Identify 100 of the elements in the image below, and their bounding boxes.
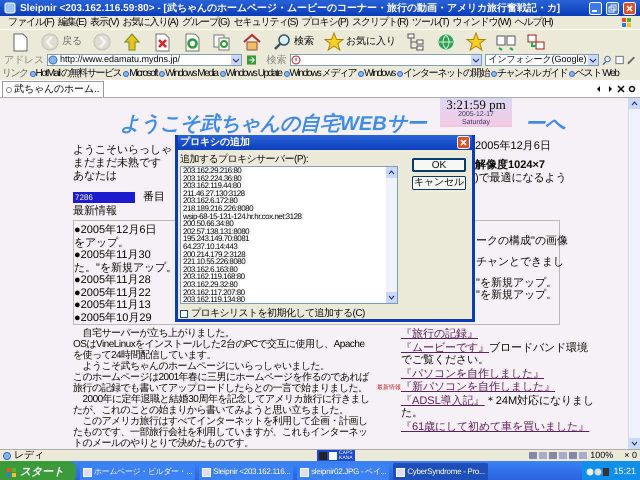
refresh-all-icon: [212, 32, 232, 52]
proxy-item[interactable]: 221.10.55.226:8080: [183, 258, 386, 266]
proxy-item[interactable]: 203.162.119.44:80: [183, 182, 386, 190]
toolbar-button[interactable]: お気に入り: [322, 30, 398, 52]
proxy-item[interactable]: 200.214.179.2:3128: [183, 250, 386, 258]
menu-item[interactable]: セキュリティ(S): [233, 16, 298, 28]
checkbox[interactable]: [180, 310, 188, 318]
proxy-item[interactable]: 203.162.29.32:80: [183, 280, 386, 288]
star-icon: [466, 32, 486, 52]
taskbar-button[interactable]: CyberSyndrome - Pro...: [393, 463, 488, 480]
body-paragraph: ようこそ武ちゃんのホームページにいらっしゃいました。: [82, 361, 330, 372]
link-item[interactable]: Windows: [358, 66, 395, 81]
proxy-item[interactable]: 195.243.149.70:8081: [183, 235, 386, 243]
link-item[interactable]: Windows Media: [159, 66, 218, 81]
visitor-counter: 7286: [73, 192, 135, 202]
news-item: チャンとできまし: [476, 256, 565, 268]
proxy-item[interactable]: 64.237.10.14:443: [183, 242, 386, 251]
gear-icon[interactable]: [628, 85, 636, 93]
menu-item[interactable]: ツール(T): [412, 16, 449, 28]
scrollbar[interactable]: [386, 167, 397, 303]
intro-text: まだまだ未熟です: [73, 157, 162, 170]
taskbar-clock: 15:21: [613, 465, 636, 478]
address-field[interactable]: http://www.edamatu.mydns.jp/: [47, 54, 242, 66]
link-item[interactable]: HotMail の無料サービス: [30, 66, 122, 81]
proxy-item[interactable]: 203.162.119.168:80: [183, 273, 386, 281]
counter-suffix: 番目: [143, 191, 165, 203]
menu-item[interactable]: 表示(V): [90, 16, 118, 28]
menu-item[interactable]: スクリプト(R): [352, 16, 408, 28]
minimize-icon[interactable]: [589, 2, 602, 14]
page-link[interactable]: 『61歳にして初めて車を買いました』: [401, 420, 590, 432]
taskbar-button[interactable]: ホームページ・ビルダー・...: [80, 463, 196, 480]
taskbar-button[interactable]: sleipnir02.JPG - ペイ...: [297, 463, 390, 480]
cancel-button[interactable]: キャンセル: [412, 176, 466, 190]
body-paragraph: このアメリカ旅行はすべてインターネットを利用して企画・計画したものです、一部旅行会社を利用していますが、これもインターネットのメールのやりとりで決めたものです。: [73, 416, 368, 449]
proxy-item[interactable]: 203.162.119.134:80: [183, 296, 386, 304]
link-item[interactable]: Microsoft: [123, 66, 158, 81]
toolbar-button[interactable]: 検索: [270, 30, 316, 52]
link-item[interactable]: チャンネル ガイド: [490, 66, 568, 81]
proxy-item[interactable]: 203.162.224.36:80: [183, 174, 386, 182]
page-link[interactable]: 『新パソコンを自作しました』: [401, 381, 555, 393]
page-icon: [569, 70, 576, 76]
proxy-item[interactable]: 203.162.29.216:80: [183, 167, 386, 175]
search-engine-dropdown[interactable]: インフォシーク(Google): [485, 54, 600, 66]
globe-icon: [436, 32, 456, 52]
page-link[interactable]: 『ムービーです』: [401, 342, 489, 354]
pen-icon[interactable]: [626, 55, 636, 65]
proxy-item[interactable]: 218.189.216.226:8080: [183, 204, 386, 213]
news-item: ●2005年12月6日: [74, 224, 158, 236]
scrollbar[interactable]: [628, 98, 640, 449]
tab-left-icon[interactable]: [595, 85, 603, 93]
taskbar-button[interactable]: Sleipnir <203.162.116...: [199, 463, 294, 480]
menu-item[interactable]: グループ(G): [182, 16, 230, 28]
link-item[interactable]: Windows メディア: [284, 66, 356, 81]
page-link[interactable]: 『旅行の記録』: [401, 328, 478, 340]
menu-item[interactable]: ウィンドウ(W): [452, 16, 511, 28]
menu-item[interactable]: お気に入り(A): [122, 16, 178, 28]
page-tab[interactable]: 武ちゃんのホーム..: [2, 81, 104, 97]
page-link[interactable]: 『ADSL導入記』: [401, 394, 485, 406]
close-icon[interactable]: [617, 85, 625, 93]
search-icon: [272, 32, 292, 52]
zoom-level: 100%: [590, 450, 614, 461]
restore-icon[interactable]: [606, 2, 619, 14]
popup-count: × 0: [624, 450, 637, 461]
proxy-item[interactable]: 203.162.6.172:80: [183, 197, 386, 205]
body-paragraph: 自宅サーバーが立ち上がりました。: [82, 328, 234, 339]
link-item[interactable]: ベスト Web: [569, 66, 618, 81]
proxy-item[interactable]: 203.162.6.163:80: [183, 266, 386, 274]
intro-text: )で最適になるよう: [475, 172, 565, 185]
news-item: "を新規アップ。: [476, 289, 558, 301]
body-paragraph: 2000年に定年退職と結婚30周年を記念してアメリカ旅行に行きましたが、これのことの始まりから書いてみようと思い立ちました。: [73, 394, 370, 416]
app-icon: [4, 2, 16, 14]
window-icon: [300, 468, 310, 476]
page-icon: [30, 70, 36, 76]
body-paragraph: OSはVineLinuxをインストールした2台のPCで交互に使用し、Apacheを使って24時間配信しています。: [73, 339, 366, 361]
menu-item[interactable]: 編集(E): [58, 16, 86, 28]
proxy-item[interactable]: 202.57.138.131:8080: [183, 228, 386, 236]
search-icon[interactable]: [602, 55, 612, 65]
menu-item[interactable]: ファイル(F): [8, 16, 54, 28]
menu-item[interactable]: ヘルプ(H): [514, 16, 553, 28]
proxy-item[interactable]: wsip-68-15-131-124.hr.hr.cox.net:3128: [183, 212, 386, 220]
proxy-list[interactable]: [180, 166, 398, 304]
proxy-item[interactable]: 211.46.27.130:3128: [183, 190, 386, 198]
search-field[interactable]: [290, 54, 482, 66]
link-item[interactable]: Windows Update: [220, 66, 282, 81]
page-icon: [3, 452, 11, 460]
tab-right-icon[interactable]: [606, 85, 614, 93]
page-link[interactable]: 『パソコンを自作しました』: [401, 368, 544, 380]
proxy-item[interactable]: 203.162.117.207:80: [183, 288, 386, 296]
scroll-down-icon: [386, 292, 397, 303]
up-arrow-icon: [122, 32, 142, 52]
notes-icon[interactable]: [614, 55, 624, 65]
proxy-item[interactable]: 200.50.66.34:80: [183, 220, 386, 228]
link-item[interactable]: インターネットの開始: [396, 66, 489, 81]
ok-button[interactable]: OK: [412, 158, 466, 172]
start-button[interactable]: スタート: [0, 461, 76, 480]
window-icon: [396, 468, 406, 476]
go-arrow-icon[interactable]: [246, 55, 256, 65]
list-label: 追加するプロキシサーバー(P):: [180, 154, 310, 165]
menu-item[interactable]: プロキシ(P): [302, 16, 348, 28]
tree-icon: [406, 32, 426, 52]
